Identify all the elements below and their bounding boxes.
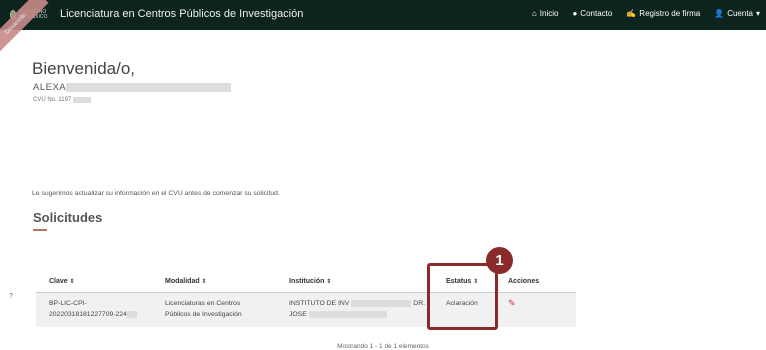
nav-item-registro-firma[interactable]: ✍ Registro de firma	[626, 9, 700, 18]
nav-item-cuenta[interactable]: 👤 Cuenta ▾	[714, 9, 760, 18]
nav-label: Registro de firma	[639, 9, 701, 18]
user-icon: 👤	[714, 8, 725, 18]
section-underline	[33, 229, 47, 231]
cvu-text: CVU No. 1197	[33, 97, 72, 103]
user-name-text: ALEXA	[33, 82, 67, 93]
column-header-modalidad[interactable]: Modalidad ⇕	[152, 271, 276, 293]
nav-label: Cuenta	[727, 9, 753, 18]
section-title: Solicitudes	[33, 210, 103, 225]
column-header-acciones: Acciones	[495, 271, 576, 293]
home-icon: ⌂	[531, 8, 537, 18]
side-mark: ?	[9, 293, 13, 300]
signature-icon: ✍	[626, 8, 637, 18]
redacted-block	[66, 83, 232, 92]
nav-label: Inicio	[539, 9, 559, 18]
column-header-institucion[interactable]: Institución ⇕	[276, 271, 433, 293]
nav-label: Contacto	[580, 9, 613, 18]
cell-modalidad: Licenciaturas en Centros Públicos de Inv…	[152, 292, 276, 327]
nav-item-inicio[interactable]: ⌂ Inicio	[532, 9, 559, 18]
redacted-block	[73, 97, 92, 103]
cell-acciones: ✎	[495, 292, 576, 327]
cvu-number: CVU No. 1197	[33, 97, 92, 103]
caret-down-icon: ▾	[755, 8, 760, 18]
sort-icon: ⇕	[326, 278, 332, 285]
cell-clave: BP-LIC-CPI- 20220318181227709-224	[36, 292, 152, 327]
annotation-badge: 1	[486, 247, 513, 274]
nav-menu: ⌂ Inicio ● Contacto ✍ Registro de firma …	[532, 9, 760, 18]
redacted-block	[308, 310, 387, 318]
nav-item-contacto[interactable]: ● Contacto	[572, 9, 612, 18]
top-navbar: GOBIERNO DE MÉXICO Licenciatura en Centr…	[0, 0, 766, 30]
welcome-heading: Bienvenida/o,	[32, 59, 136, 78]
edit-pencil-icon[interactable]: ✎	[508, 298, 516, 309]
sort-icon: ⇕	[69, 278, 75, 285]
redacted-block	[351, 299, 412, 307]
redacted-block	[126, 310, 137, 318]
user-name: ALEXA	[33, 82, 232, 93]
app-title: Licenciatura en Centros Públicos de Inve…	[60, 8, 304, 20]
cvu-suggestion: Le sugerimos actualizar su información e…	[32, 190, 280, 197]
cell-institucion: INSTITUTO DE INV DR. JOSE	[276, 292, 433, 327]
status-highlight-box	[427, 263, 498, 330]
chat-icon: ●	[572, 8, 578, 18]
column-header-clave[interactable]: Clave ⇕	[36, 271, 152, 293]
sort-icon: ⇕	[201, 278, 207, 285]
